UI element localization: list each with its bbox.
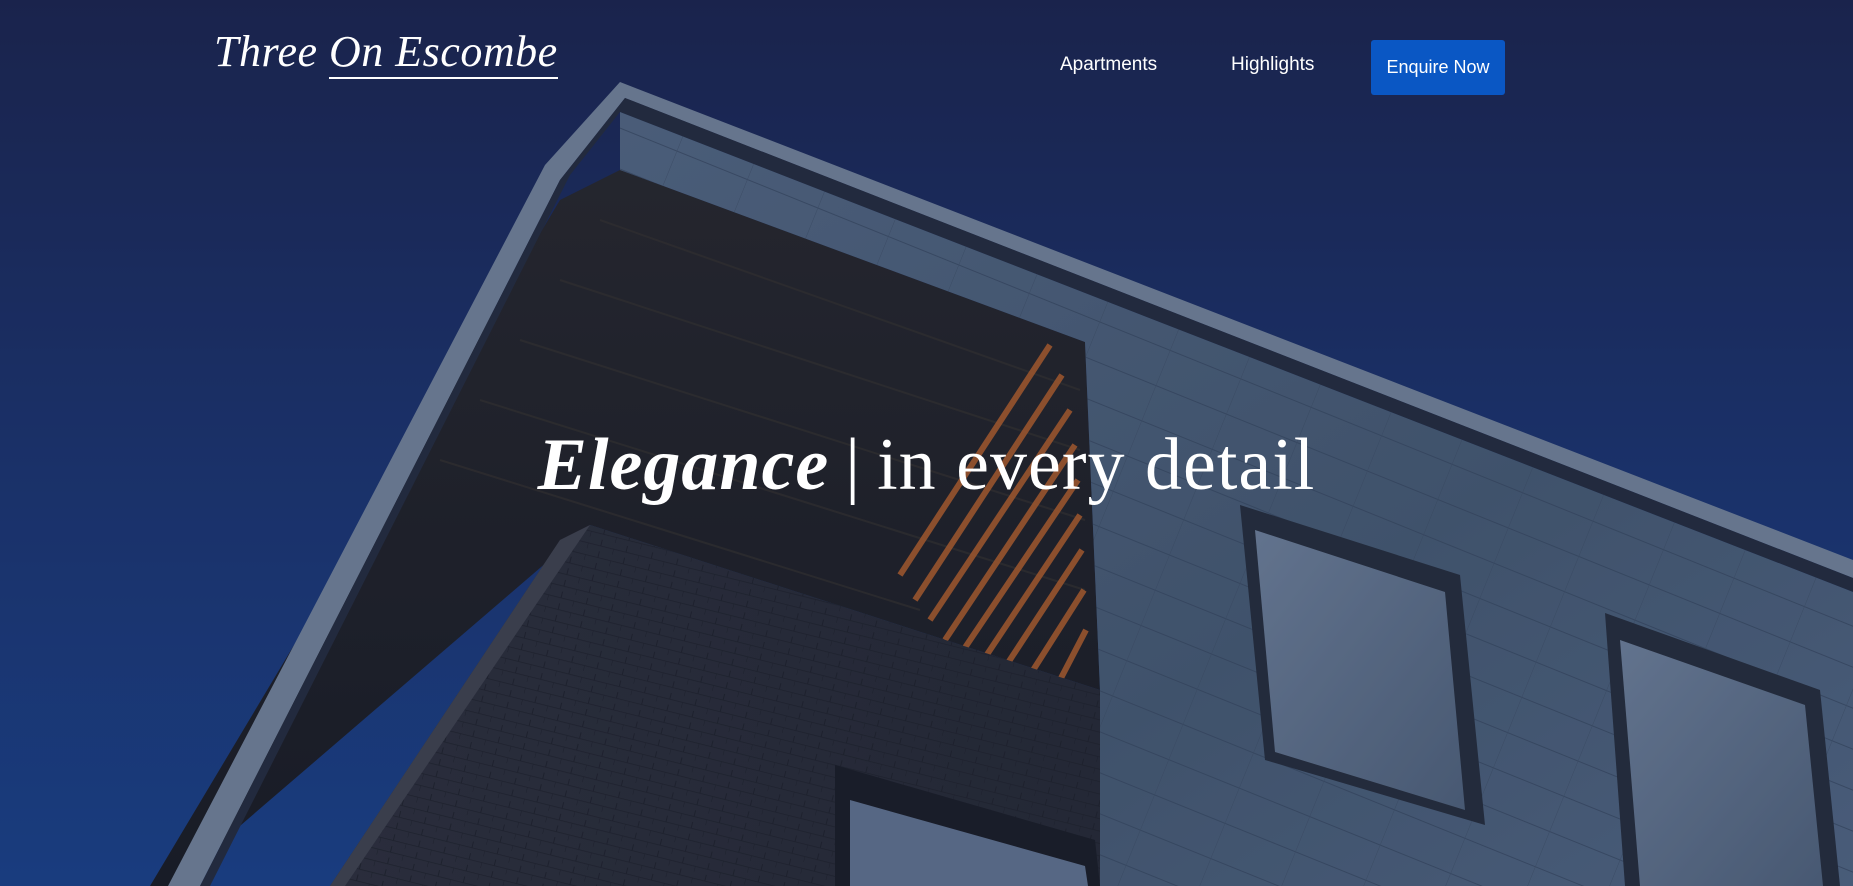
top-navigation: Three On Escombe Apartments Highlights E… <box>0 0 1853 110</box>
hero-headline: Elegance | in every detail <box>0 428 1853 502</box>
brand-logo-part1: Three <box>214 27 318 76</box>
brand-logo-part2: On Escombe <box>329 27 558 79</box>
nav-link-apartments[interactable]: Apartments <box>1060 54 1157 76</box>
headline-rest: in every detail <box>877 424 1316 506</box>
enquire-now-button[interactable]: Enquire Now <box>1371 40 1505 95</box>
headline-emphasis: Elegance <box>537 424 830 506</box>
brand-logo[interactable]: Three On Escombe <box>214 26 558 79</box>
headline-separator: | <box>845 424 862 506</box>
hero-section: Three On Escombe Apartments Highlights E… <box>0 0 1853 886</box>
nav-link-highlights[interactable]: Highlights <box>1231 54 1314 76</box>
